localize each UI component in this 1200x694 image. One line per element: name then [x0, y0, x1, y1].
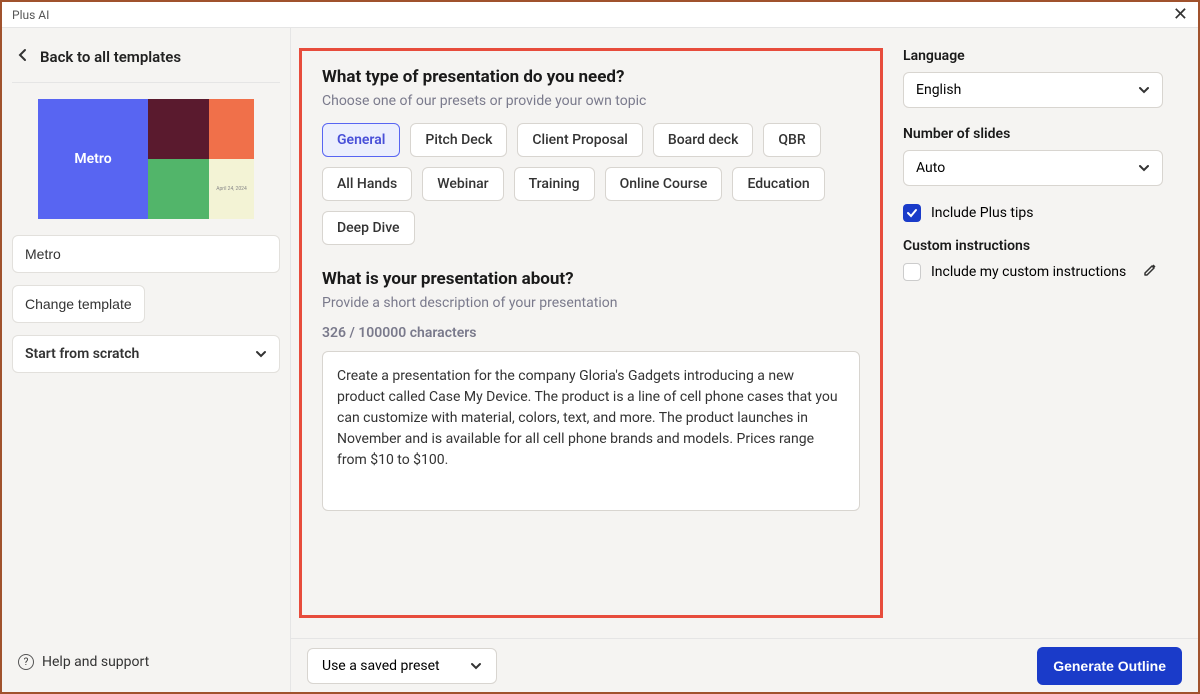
footer: Use a saved preset Generate Outline	[291, 638, 1198, 692]
custom-instructions-label: Custom instructions	[903, 238, 1163, 254]
chevron-left-icon	[18, 48, 28, 66]
type-title: What type of presentation do you need?	[322, 67, 860, 87]
char-count: 326 / 100000 characters	[322, 325, 860, 341]
settings-column: Language English Number of slides Auto	[903, 48, 1179, 618]
chevron-down-icon	[255, 347, 267, 361]
slides-value: Auto	[916, 160, 945, 176]
language-value: English	[916, 82, 961, 98]
language-select[interactable]: English	[903, 72, 1163, 108]
preset-online-course[interactable]: Online Course	[605, 167, 723, 201]
template-name-input[interactable]	[12, 235, 280, 273]
app-title: Plus AI	[12, 8, 49, 22]
type-subtitle: Choose one of our presets or provide you…	[322, 93, 860, 109]
preset-webinar[interactable]: Webinar	[422, 167, 503, 201]
custom-instructions-checkbox[interactable]	[903, 263, 921, 281]
chevron-down-icon	[1138, 161, 1150, 175]
generate-outline-button[interactable]: Generate Outline	[1037, 647, 1182, 685]
preset-chips: General Pitch Deck Client Proposal Board…	[322, 123, 860, 245]
description-textarea[interactable]	[322, 351, 860, 511]
preview-date: April 24, 2024	[209, 159, 254, 219]
plus-tips-label: Include Plus tips	[931, 205, 1034, 221]
preset-general[interactable]: General	[322, 123, 400, 157]
start-from-scratch-select[interactable]: Start from scratch	[12, 335, 280, 373]
slides-label: Number of slides	[903, 126, 1163, 142]
start-scratch-label: Start from scratch	[25, 346, 139, 362]
about-subtitle: Provide a short description of your pres…	[322, 295, 860, 311]
plus-tips-checkbox[interactable]	[903, 204, 921, 222]
preset-board-deck[interactable]: Board deck	[653, 123, 754, 157]
preset-training[interactable]: Training	[514, 167, 595, 201]
help-label: Help and support	[42, 654, 149, 670]
sidebar: Back to all templates Metro April 24, 20…	[2, 28, 290, 692]
preset-client-proposal[interactable]: Client Proposal	[517, 123, 643, 157]
slides-select[interactable]: Auto	[903, 150, 1163, 186]
preset-pitch-deck[interactable]: Pitch Deck	[410, 123, 507, 157]
preset-label: Use a saved preset	[322, 658, 440, 674]
about-title: What is your presentation about?	[322, 269, 860, 289]
help-icon: ?	[18, 654, 34, 670]
main-panel: What type of presentation do you need? C…	[290, 28, 1198, 692]
back-to-templates-button[interactable]: Back to all templates	[12, 44, 280, 83]
help-support-link[interactable]: ? Help and support	[12, 648, 280, 676]
change-template-button[interactable]: Change template	[12, 285, 145, 323]
back-label: Back to all templates	[40, 48, 181, 66]
close-icon[interactable]: ✕	[1173, 4, 1188, 25]
template-preview-title: Metro	[38, 99, 148, 219]
include-custom-label: Include my custom instructions	[931, 264, 1126, 280]
preset-all-hands[interactable]: All Hands	[322, 167, 412, 201]
chevron-down-icon	[470, 659, 482, 673]
highlighted-section: What type of presentation do you need? C…	[299, 48, 883, 618]
preset-deep-dive[interactable]: Deep Dive	[322, 211, 415, 245]
saved-preset-select[interactable]: Use a saved preset	[307, 648, 497, 684]
preset-education[interactable]: Education	[732, 167, 824, 201]
chevron-down-icon	[1138, 83, 1150, 97]
edit-icon[interactable]	[1142, 262, 1158, 282]
language-label: Language	[903, 48, 1163, 64]
template-preview: Metro April 24, 2024	[38, 99, 254, 219]
preset-qbr[interactable]: QBR	[763, 123, 820, 157]
